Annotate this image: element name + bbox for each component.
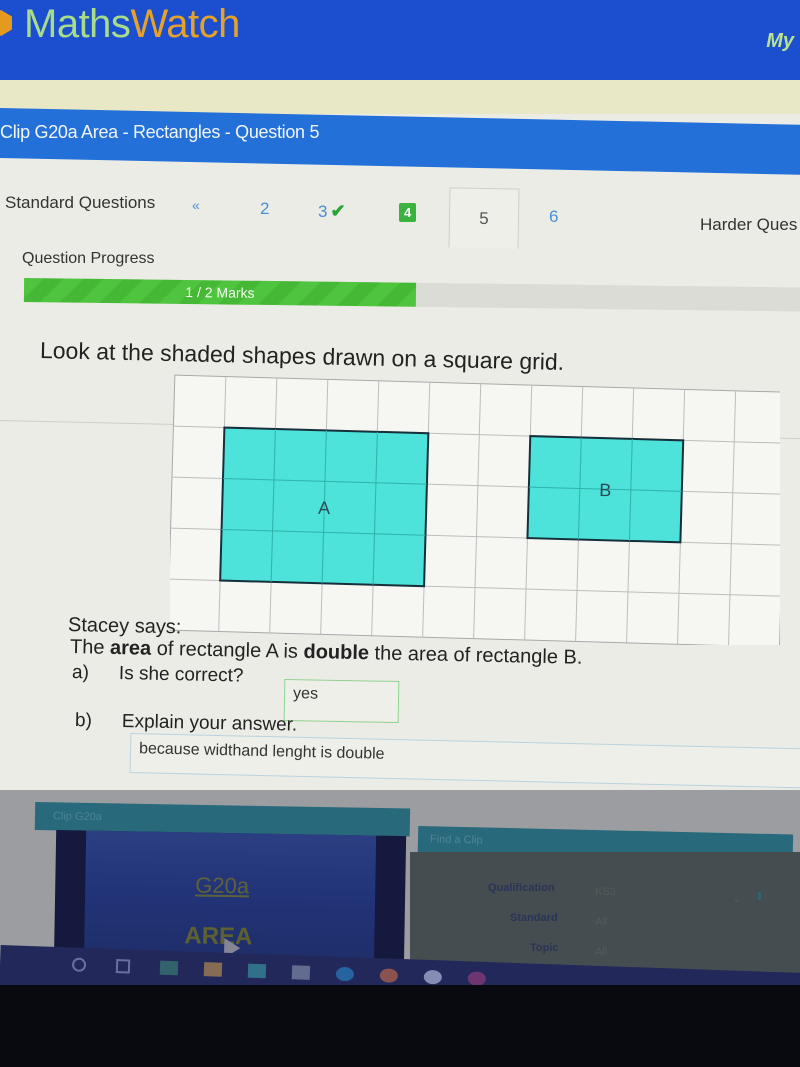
shape-label-a: A [318,498,331,518]
screen: MathsWatch My Clip G20a Area - Rectangle… [0,0,800,1000]
clip-panel-title: Clip G20a [52,810,103,824]
cortana-icon[interactable] [71,957,87,972]
brand-part-watch: Watch [130,2,240,46]
standard-label: Standard [510,912,558,924]
part-b-question: Explain your answer. [121,710,298,736]
find-clip-title: Find a Clip [429,833,483,847]
tab-question-5-active[interactable]: 5 [448,187,520,249]
answer-a-input[interactable]: yes [283,678,400,724]
chevron-down-icon[interactable]: ⌄ [732,892,741,905]
steam-icon[interactable] [423,969,443,985]
nav-band [0,80,800,114]
qualification-label: Qualification [488,882,555,894]
tab-previous[interactable]: « [192,197,200,213]
task-view-icon[interactable] [115,959,131,974]
qualification-select[interactable]: KS3 [595,886,616,898]
statement-part: of rectangle A is [150,637,304,663]
video-title: AREA [184,922,253,951]
topic-select[interactable]: All [595,946,607,958]
logo-hex-icon [0,10,12,36]
part-b-label: b) [74,710,93,732]
part-a-question: Is she correct? [118,662,244,687]
progress-text: 1 / 2 Marks [185,283,255,301]
tab-question-6[interactable]: 6 [549,207,558,227]
answer-b-input[interactable]: because widthand lenght is double [129,733,800,789]
question-tabs: Standard Questions « 2 3 ✔ 4 5 6 Harder Q… [0,185,800,440]
tab-standard-questions[interactable]: Standard Questions [5,193,155,213]
statement-bold-area: area [109,636,152,660]
topic-label: Topic [530,942,559,954]
part-b: b) Explain your answer. [75,710,298,737]
video-code: G20a [195,872,250,899]
part-a: a) Is she correct? [72,662,244,688]
progress-bar: 1 / 2 Marks [23,278,800,312]
edge-icon[interactable] [335,966,355,982]
app-icon[interactable] [159,960,179,976]
my-account-link[interactable]: My [766,30,794,53]
tab-question-3[interactable]: 3 ✔ [318,201,346,222]
tab-question-3-label: 3 [318,202,328,221]
part-a-label: a) [71,662,90,684]
progress-fill: 1 / 2 Marks [23,278,417,307]
statement-bold-double: double [303,640,370,665]
tab-question-2[interactable]: 2 [260,199,269,219]
progress-label: Question Progress [22,250,155,267]
standard-select[interactable]: All [595,916,607,928]
header-bar: MathsWatch My [0,0,800,80]
store-icon[interactable] [203,962,223,977]
checkmark-icon: ✔ [330,201,346,221]
tab-question-4[interactable]: 4 [399,203,417,222]
brand-part-maths: Maths [24,2,131,46]
statement-part: The [69,636,111,659]
monitor-bezel [0,985,800,1067]
mail-icon[interactable] [247,963,267,979]
tab-harder-questions[interactable]: Harder Ques [700,215,797,235]
square-grid-figure: AB [170,374,780,645]
statement-part: the area of rectangle B. [368,642,583,669]
chrome-icon[interactable] [379,968,399,983]
download-icon[interactable]: ⬇ [755,890,764,903]
file-explorer-icon[interactable] [291,965,311,980]
app-pink-icon[interactable] [467,971,487,986]
clip-title: Clip G20a Area - Rectangles - Question 5 [0,122,320,142]
brand-logo[interactable]: MathsWatch [24,2,240,47]
shape-label-b: B [599,480,612,500]
